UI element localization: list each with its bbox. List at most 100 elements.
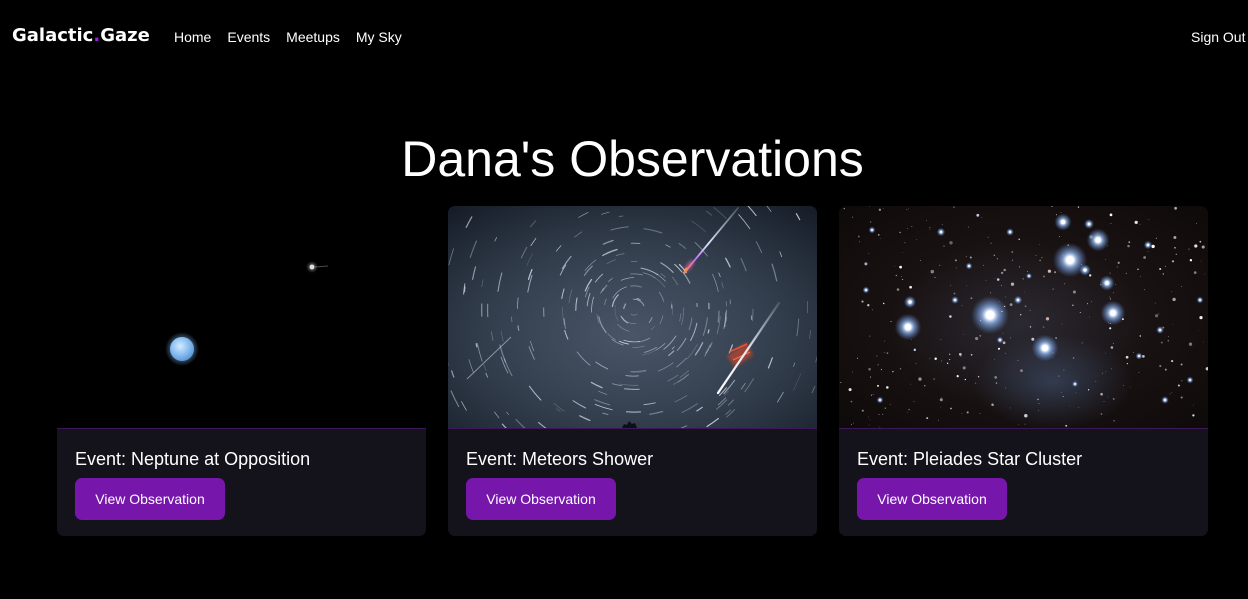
star xyxy=(997,347,1001,350)
star xyxy=(961,305,963,306)
star xyxy=(1100,392,1103,396)
star xyxy=(940,339,942,341)
star xyxy=(977,376,980,378)
star xyxy=(1018,238,1020,241)
star xyxy=(962,366,966,370)
star xyxy=(995,382,998,384)
star xyxy=(915,363,917,364)
star xyxy=(937,419,940,421)
view-observation-button[interactable]: View Observation xyxy=(75,478,225,520)
bright-star xyxy=(940,231,942,233)
star xyxy=(1169,393,1171,395)
star xyxy=(1194,244,1198,248)
star xyxy=(1024,423,1026,425)
star xyxy=(1004,352,1006,354)
star xyxy=(1110,368,1112,370)
meteor-shower-photo xyxy=(448,206,817,428)
star xyxy=(1100,413,1103,415)
star xyxy=(1174,206,1177,210)
star xyxy=(1047,269,1051,273)
nav-link-events[interactable]: Events xyxy=(227,29,270,45)
star xyxy=(1041,257,1043,259)
star xyxy=(953,292,956,295)
star xyxy=(1054,271,1057,274)
star xyxy=(1143,256,1146,259)
card-body: Event: Neptune at Opposition View Observ… xyxy=(57,428,426,536)
star xyxy=(883,352,885,353)
nav-link-my-sky[interactable]: My Sky xyxy=(356,29,402,45)
star xyxy=(1024,413,1028,418)
star xyxy=(992,405,994,406)
star xyxy=(939,406,941,408)
star xyxy=(1164,265,1166,267)
star xyxy=(1113,420,1115,422)
bright-star xyxy=(871,229,873,231)
logo-link[interactable]: Galactic.Gaze xyxy=(12,25,150,47)
star xyxy=(933,378,935,380)
star xyxy=(1011,259,1013,261)
view-observation-button[interactable]: View Observation xyxy=(466,478,616,520)
star xyxy=(1000,271,1004,275)
star xyxy=(1024,305,1027,308)
pleiades-photo-graphic xyxy=(839,206,1208,428)
nav-link-meetups[interactable]: Meetups xyxy=(286,29,340,45)
star xyxy=(880,238,881,239)
star xyxy=(994,376,998,379)
star xyxy=(868,367,871,371)
bright-star xyxy=(1028,275,1030,277)
sign-out-link[interactable]: Sign Out xyxy=(1191,29,1245,45)
star xyxy=(1110,222,1112,225)
star xyxy=(1055,337,1058,339)
space-background xyxy=(57,206,426,428)
bright-star xyxy=(879,399,881,401)
star xyxy=(877,364,879,366)
star xyxy=(1063,369,1065,371)
star xyxy=(1128,241,1131,243)
star xyxy=(950,407,952,410)
star xyxy=(996,258,998,260)
star xyxy=(907,412,908,413)
bright-star xyxy=(1074,383,1076,385)
star xyxy=(1148,219,1150,221)
star xyxy=(1199,240,1202,243)
star xyxy=(872,394,874,395)
star xyxy=(1109,327,1112,330)
star xyxy=(883,340,885,342)
star xyxy=(902,278,904,280)
star xyxy=(1058,375,1060,377)
star xyxy=(1009,337,1011,339)
card-body: Event: Meteors Shower View Observation xyxy=(448,428,817,536)
star xyxy=(934,357,937,361)
star xyxy=(941,224,943,225)
star xyxy=(1188,342,1193,346)
star xyxy=(929,358,931,360)
star xyxy=(1147,251,1149,253)
star xyxy=(892,370,894,373)
star xyxy=(869,206,870,207)
star xyxy=(869,221,872,223)
star xyxy=(1142,355,1145,358)
star xyxy=(1134,220,1138,225)
star-trail xyxy=(517,325,520,331)
nav-link-home[interactable]: Home xyxy=(174,29,211,45)
observation-card-neptune: Event: Neptune at Opposition View Observ… xyxy=(57,206,426,536)
star xyxy=(961,413,963,414)
star xyxy=(1075,379,1077,381)
star xyxy=(850,400,853,403)
star xyxy=(864,262,868,266)
star xyxy=(1023,291,1025,293)
star xyxy=(896,288,900,291)
star xyxy=(1005,387,1006,389)
star xyxy=(1180,363,1183,366)
star xyxy=(1109,272,1111,274)
star xyxy=(1172,323,1173,325)
star xyxy=(1112,397,1115,400)
star xyxy=(868,416,870,418)
bright-star xyxy=(865,289,867,291)
star xyxy=(876,355,878,357)
star xyxy=(1159,267,1162,271)
star xyxy=(1144,289,1145,291)
star xyxy=(983,264,984,266)
view-observation-button[interactable]: View Observation xyxy=(857,478,1007,520)
star xyxy=(990,242,992,244)
